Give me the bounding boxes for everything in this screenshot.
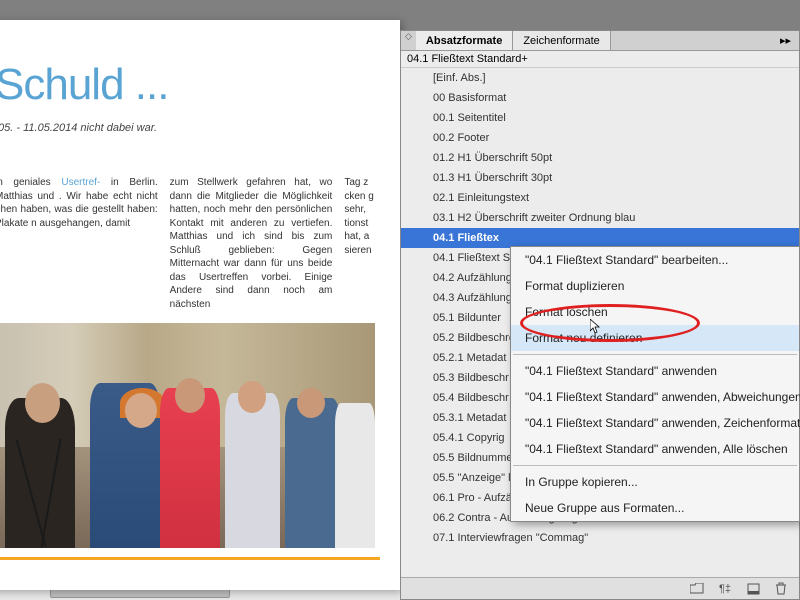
article-subtitle: .05. - 11.05.2014 nicht dabei war.: [0, 122, 385, 134]
panel-expand-icon[interactable]: ▸▸: [772, 31, 799, 50]
menu-item[interactable]: Format duplizieren: [511, 273, 799, 299]
column-1[interactable]: in geniales Usertref- in Berlin. Matthia…: [0, 176, 158, 311]
delete-icon[interactable]: [773, 582, 789, 596]
style-item[interactable]: 00.1 Seitentitel: [401, 108, 799, 128]
panel-footer: ¶‡: [401, 577, 799, 599]
context-menu: "04.1 Fließtext Standard" bearbeiten...F…: [510, 246, 800, 522]
style-item[interactable]: 01.3 H1 Überschrift 30pt: [401, 168, 799, 188]
text-columns: in geniales Usertref- in Berlin. Matthia…: [0, 176, 385, 311]
sort-icon[interactable]: ◇: [401, 31, 416, 50]
menu-separator: [513, 354, 797, 355]
menu-item[interactable]: "04.1 Fließtext Standard" anwenden, Zeic…: [511, 410, 799, 436]
style-item[interactable]: 00 Basisformat: [401, 88, 799, 108]
clear-overrides-icon[interactable]: ¶‡: [717, 582, 733, 596]
page-divider: [0, 557, 380, 560]
column-3[interactable]: Tag zcken gsehr,tionsthat, asieren: [344, 176, 385, 311]
style-item[interactable]: 02.1 Einleitungstext: [401, 188, 799, 208]
menu-item[interactable]: "04.1 Fließtext Standard" anwenden, Abwe…: [511, 384, 799, 410]
article-headline: Schuld ...: [0, 60, 385, 110]
photo-person: [160, 388, 220, 548]
style-item[interactable]: [Einf. Abs.]: [401, 68, 799, 88]
style-item[interactable]: 07.1 Interviewfragen "Commag": [401, 528, 799, 548]
style-item[interactable]: 00.2 Footer: [401, 128, 799, 148]
document-page[interactable]: Schuld ... .05. - 11.05.2014 nicht dabei…: [0, 20, 400, 590]
menu-item[interactable]: "04.1 Fließtext Standard" anwenden: [511, 358, 799, 384]
menu-item[interactable]: In Gruppe kopieren...: [511, 469, 799, 495]
photo-person: [285, 398, 340, 548]
menu-separator: [513, 465, 797, 466]
photo-person: [225, 393, 280, 548]
photo-person: [335, 403, 375, 548]
article-photo[interactable]: [0, 323, 375, 548]
folder-icon[interactable]: [689, 582, 705, 596]
style-item[interactable]: 01.2 H1 Überschrift 50pt: [401, 148, 799, 168]
style-item[interactable]: 04.1 Fließtex: [401, 228, 799, 248]
new-style-icon[interactable]: [745, 582, 761, 596]
style-item[interactable]: 03.1 H2 Überschrift zweiter Ordnung blau: [401, 208, 799, 228]
menu-item[interactable]: Format löschen: [511, 299, 799, 325]
photo-person: [90, 383, 160, 548]
menu-item[interactable]: Neue Gruppe aus Formaten...: [511, 495, 799, 521]
tab-absatzformate[interactable]: Absatzformate: [416, 31, 513, 50]
column-2[interactable]: zum Stellwerk gefahren hat, wo dann die …: [170, 176, 333, 311]
current-style-indicator: 04.1 Fließtext Standard+: [401, 51, 799, 68]
tab-zeichenformate[interactable]: Zeichenformate: [513, 31, 610, 50]
menu-item[interactable]: "04.1 Fließtext Standard" bearbeiten...: [511, 247, 799, 273]
panel-tabs: ◇ Absatzformate Zeichenformate ▸▸: [401, 31, 799, 51]
menu-item[interactable]: "04.1 Fließtext Standard" anwenden, Alle…: [511, 436, 799, 462]
menu-item[interactable]: Format neu definieren: [511, 325, 799, 351]
